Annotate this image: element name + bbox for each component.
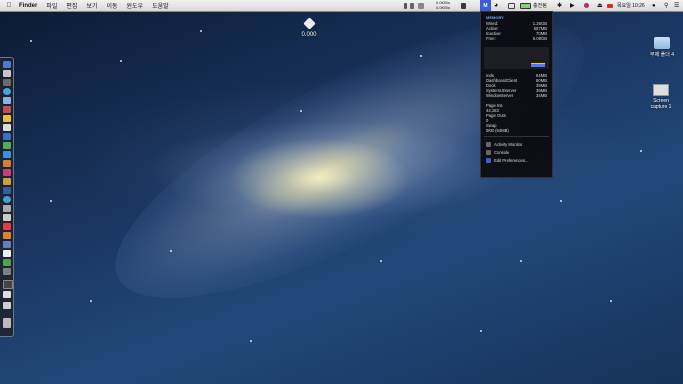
battery-icon [520, 2, 531, 9]
widget-value: 0.000 [301, 32, 317, 38]
folder-label: 무제 폴더 4 [650, 52, 674, 58]
action-label: Activity Monitor [494, 141, 523, 147]
screenshot-label-line2: capture 1 [650, 104, 672, 110]
meter-bars-icon[interactable] [461, 2, 466, 9]
menu-bar:  Finder 파일 편집 보기 이동 윈도우 도움말 0.0KB/s 0.0… [0, 0, 683, 12]
battery-status-text: 충전됨 [533, 3, 547, 9]
notification-center-icon[interactable]: ☰ [674, 0, 679, 11]
dock-app-icon[interactable] [3, 268, 11, 275]
memory-stat-row: Free: 6.08GB [481, 36, 552, 41]
memory-graph [484, 47, 549, 69]
screenshot-file-icon [653, 84, 669, 96]
spotlight-icon[interactable]: ⚲ [664, 0, 668, 11]
dock-facetime-icon[interactable] [3, 142, 11, 149]
dock-notes-icon[interactable] [3, 115, 11, 122]
dock-document-icon[interactable] [3, 302, 11, 309]
bluetooth-icon[interactable]: ✱ [557, 0, 562, 11]
menu-app-finder[interactable]: Finder [19, 3, 37, 9]
volume-icon[interactable]: ▶ [570, 0, 575, 11]
cpu-meter-icon[interactable] [404, 2, 407, 9]
disk-meter-icon[interactable] [410, 2, 414, 9]
memory-popup: MEMORY Wired: 1.26GB Active: 597MB Inactiv… [480, 11, 553, 178]
dock-app-icon[interactable] [3, 187, 11, 194]
stat-value: 6.08GB [532, 36, 547, 41]
dock-app-icon[interactable] [3, 214, 11, 221]
dock-calendar-icon[interactable] [3, 106, 11, 113]
menu-file[interactable]: 파일 [46, 1, 57, 10]
dock-itunes-icon[interactable] [3, 169, 11, 176]
dock-app-icon[interactable] [3, 259, 11, 266]
eject-icon[interactable]: ⏏ [597, 0, 603, 11]
dock-trash-icon[interactable] [3, 318, 11, 328]
activity-icon[interactable] [418, 2, 424, 9]
user-icon[interactable]: ● [652, 0, 656, 11]
dock-launchpad-icon[interactable] [3, 70, 11, 77]
wifi-icon[interactable]: ◕ [494, 0, 498, 11]
dock-app-icon[interactable] [3, 79, 11, 86]
dock-photos-icon[interactable] [3, 160, 11, 167]
network-download-rate: 0.0KB/s [436, 5, 451, 10]
menu-window[interactable]: 윈도우 [127, 1, 144, 10]
battery-indicator[interactable]: 충전됨 [520, 0, 547, 11]
dock-mail-icon[interactable] [3, 97, 11, 104]
dock-messages-icon[interactable] [3, 133, 11, 140]
memory-menu-icon[interactable]: M [480, 0, 491, 11]
memory-graph-bar [531, 63, 545, 67]
popup-separator [484, 136, 549, 137]
console-icon [486, 149, 491, 155]
activity-monitor-item[interactable]: Activity Monitor [481, 140, 552, 148]
dock-appstore-icon[interactable] [3, 196, 11, 203]
memory-icon: M [483, 2, 488, 9]
stat-label: Free: [486, 36, 496, 41]
dock-app-icon[interactable] [3, 151, 11, 158]
menu-view[interactable]: 보기 [86, 1, 97, 10]
dock [0, 57, 14, 337]
apple-icon[interactable]:  [5, 2, 13, 10]
desktop-widget[interactable]: 0.000 [298, 17, 320, 38]
dock-safari-icon[interactable] [3, 88, 11, 95]
activity-monitor-icon [486, 141, 491, 147]
process-memory: 34MB [536, 93, 547, 98]
action-label: Edit Preferences... [494, 157, 529, 163]
console-item[interactable]: Console [481, 148, 552, 156]
widget-icon [302, 17, 316, 30]
dock-terminal-icon[interactable] [3, 280, 13, 289]
network-meter[interactable]: 0.0KB/s 0.0KB/s [436, 0, 450, 11]
dock-app-icon[interactable] [3, 223, 11, 230]
action-label: Console [494, 149, 510, 155]
status-box-icon[interactable] [508, 0, 515, 11]
menubar-clock[interactable]: 목요일 10:26 [617, 0, 645, 11]
desktop-screenshot-file[interactable]: Screen capture 1 [644, 84, 678, 110]
dock-app-icon[interactable] [3, 178, 11, 185]
dock-document-icon[interactable] [3, 291, 11, 298]
dock-finder-icon[interactable] [3, 61, 11, 68]
memory-popup-title: MEMORY [486, 15, 504, 20]
dock-app-icon[interactable] [3, 250, 11, 257]
desktop-folder[interactable]: 무제 폴더 4 [646, 37, 678, 58]
edit-preferences-item[interactable]: Edit Preferences... [481, 156, 552, 164]
status-circle-icon[interactable] [584, 0, 589, 11]
flag-icon[interactable] [607, 0, 613, 11]
dock-app-icon[interactable] [3, 232, 11, 239]
menu-go[interactable]: 이동 [106, 1, 117, 10]
dock-preferences-icon[interactable] [3, 205, 11, 212]
status-meter-icons [461, 0, 466, 11]
status-items [404, 0, 424, 11]
dock-app-icon[interactable] [3, 241, 11, 248]
preferences-icon [486, 157, 491, 163]
menu-edit[interactable]: 편집 [66, 1, 77, 10]
dock-reminders-icon[interactable] [3, 124, 11, 131]
menu-help[interactable]: 도움말 [152, 1, 169, 10]
folder-icon [654, 37, 670, 49]
process-name: WindowServer [486, 93, 514, 98]
swap-value: 0KB (64MB) [486, 128, 509, 133]
